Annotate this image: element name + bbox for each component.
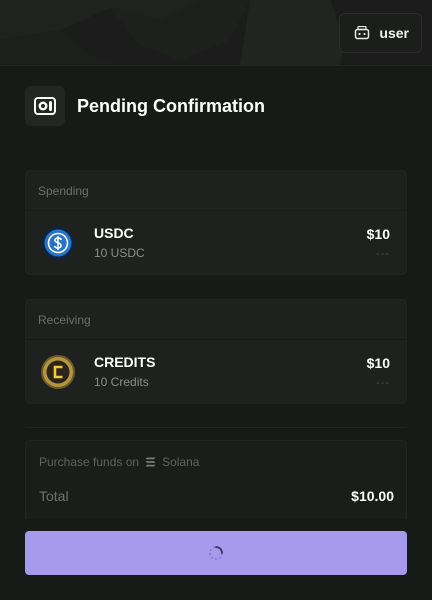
network-text: Purchase funds on bbox=[39, 455, 140, 469]
receiving-sub-value: --- bbox=[376, 376, 390, 389]
spending-token-info: USDC 10 USDC bbox=[94, 225, 367, 260]
receiving-value: $10 bbox=[366, 354, 390, 371]
total-value: $10.00 bbox=[351, 488, 394, 504]
user-label: user bbox=[379, 25, 409, 41]
spending-token-amount: 10 USDC bbox=[94, 246, 145, 260]
page-title: Pending Confirmation bbox=[77, 95, 265, 116]
network-name: Solana bbox=[162, 455, 200, 469]
receiving-label: Receiving bbox=[26, 300, 406, 340]
usdc-icon bbox=[41, 225, 75, 260]
spending-label: Spending bbox=[26, 171, 406, 211]
spending-token-name: USDC bbox=[94, 225, 134, 241]
robot-icon bbox=[355, 26, 370, 40]
summary-panel: Purchase funds on Solana Total $10.00 bbox=[25, 440, 407, 519]
confirm-button[interactable] bbox=[25, 531, 407, 575]
receiving-token-amount: 10 Credits bbox=[94, 375, 149, 389]
receiving-token-row: CREDITS 10 Credits $10 --- bbox=[26, 340, 406, 403]
receiving-token-name: CREDITS bbox=[94, 354, 156, 370]
top-bar: user bbox=[0, 0, 432, 66]
spending-value-col: $10 --- bbox=[367, 226, 390, 260]
page-header: Pending Confirmation bbox=[25, 86, 265, 126]
solana-icon bbox=[145, 457, 156, 467]
brand-logo-icon bbox=[25, 86, 65, 126]
spending-token-row: USDC 10 USDC $10 --- bbox=[26, 211, 406, 274]
summary-divider bbox=[25, 427, 407, 428]
receiving-value-col: $10 --- bbox=[367, 355, 390, 389]
total-label: Total bbox=[39, 488, 69, 504]
receiving-token-info: CREDITS 10 Credits bbox=[94, 354, 367, 389]
summary-section: Purchase funds on Solana Total $10.00 bbox=[25, 427, 407, 519]
spinner-icon bbox=[209, 546, 223, 560]
network-row: Purchase funds on Solana bbox=[39, 455, 199, 469]
spending-sub-value: --- bbox=[376, 247, 390, 260]
total-row: Total $10.00 bbox=[39, 488, 394, 504]
receiving-card: Receiving CREDITS 10 Credits $10 --- bbox=[25, 299, 407, 404]
user-button[interactable]: user bbox=[339, 13, 422, 53]
spending-card: Spending USDC 10 USDC $10 --- bbox=[25, 170, 407, 275]
credits-coin-icon bbox=[41, 354, 75, 389]
spending-value: $10 bbox=[366, 225, 390, 242]
